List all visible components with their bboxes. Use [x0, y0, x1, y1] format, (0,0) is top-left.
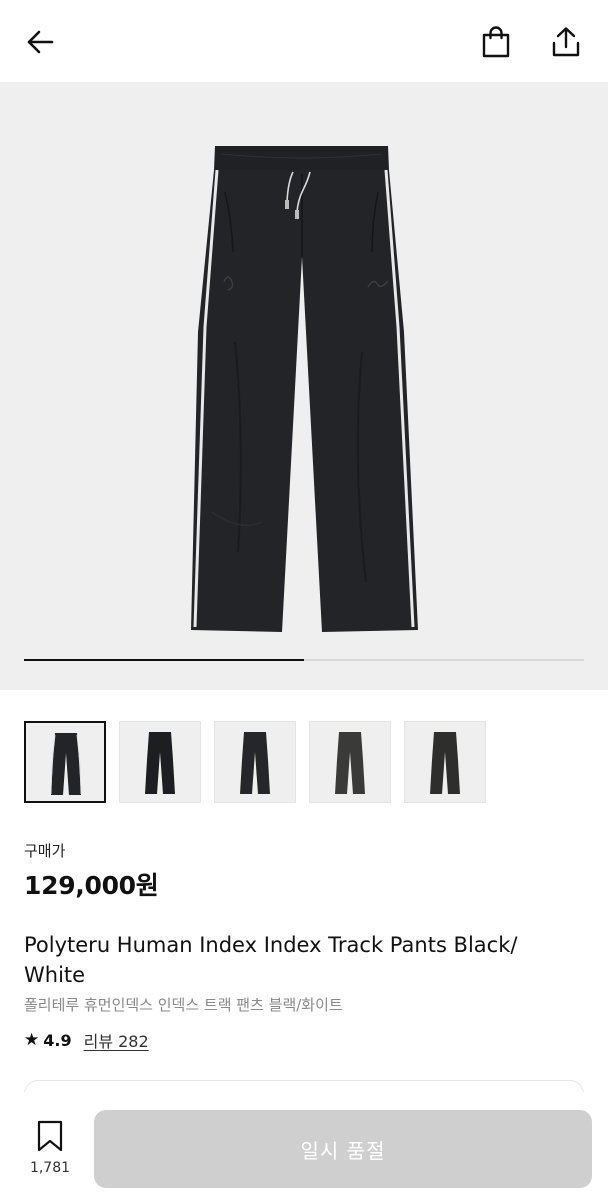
back-arrow-icon: [27, 30, 54, 54]
wishlist-count: 1,781: [29, 1160, 71, 1176]
thumbnail-1[interactable]: [24, 721, 106, 803]
price-label: 구매가: [24, 842, 66, 860]
track-pants-image: [191, 146, 418, 632]
shopping-bag-icon: [482, 26, 510, 58]
review-link[interactable]: 리뷰 282: [84, 1028, 149, 1052]
top-bar: [0, 0, 608, 82]
thumbnail-5[interactable]: [404, 721, 486, 803]
sold-out-button[interactable]: 일시 품절: [94, 1110, 592, 1188]
product-image-gallery[interactable]: [0, 82, 608, 690]
gallery-progress-fill: [24, 659, 304, 661]
pants-thumbnail-image: [430, 732, 460, 794]
bottom-action-bar: 1,781 일시 품절: [0, 1092, 608, 1200]
price-value: 129,000원: [24, 871, 159, 900]
back-button[interactable]: [20, 22, 60, 62]
share-button[interactable]: [546, 22, 586, 62]
rating-score: 4.9: [43, 1030, 72, 1050]
star-icon: ★: [24, 1030, 40, 1050]
gallery-progress-bar: [24, 659, 584, 661]
thumbnail-4[interactable]: [309, 721, 391, 803]
bookmark-icon: [37, 1120, 63, 1152]
wishlist-button[interactable]: 1,781: [26, 1120, 74, 1176]
cart-button[interactable]: [476, 22, 516, 62]
thumbnail-3[interactable]: [214, 721, 296, 803]
product-title-en: Polyteru Human Index Index Track Pants B…: [24, 933, 518, 987]
thumbnail-strip: [24, 721, 486, 803]
rating-row: ★ 4.9 리뷰 282: [24, 1028, 149, 1052]
pants-thumbnail-image: [240, 732, 270, 794]
share-icon: [552, 27, 580, 57]
pants-thumbnail-image: [145, 732, 175, 794]
thumbnail-2[interactable]: [119, 721, 201, 803]
pants-thumbnail-image: [335, 732, 365, 794]
product-title-ko: 폴리테루 휴먼인덱스 인덱스 트랙 팬츠 블랙/화이트: [24, 996, 343, 1014]
pants-thumbnail-image: [50, 733, 82, 795]
